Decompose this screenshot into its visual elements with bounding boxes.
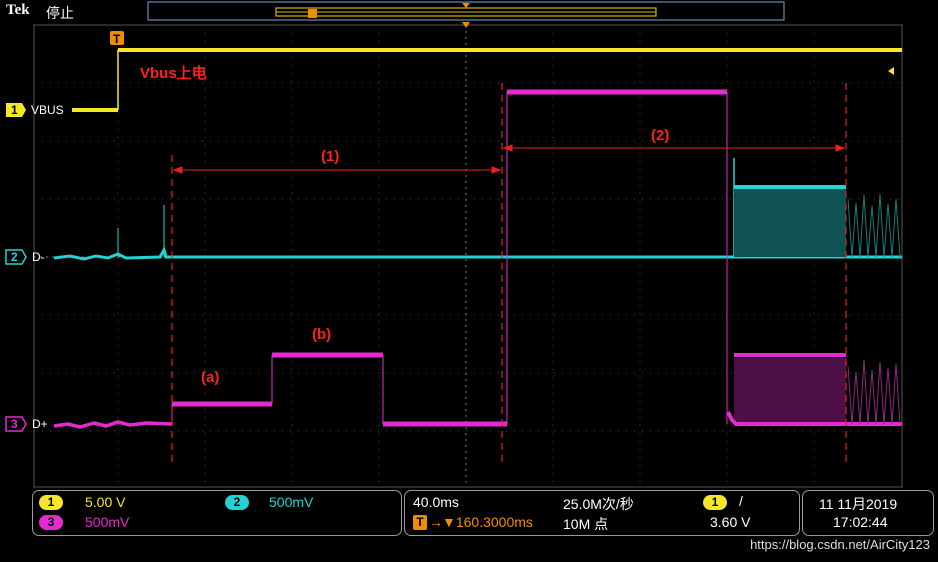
trigger-level: 3.60 V [710,514,751,530]
svg-text:T: T [113,32,121,46]
date-time-panel: 11 11月2019 17:02:44 [802,490,934,536]
rising-edge-icon: / [739,493,743,509]
channel-scale-panel[interactable]: 1 5.00 V 2 500mV 3 500mV [32,490,402,536]
annotation-arrows [172,144,846,174]
ch2-scale: 500mV [269,494,314,510]
ch1-label: VBUS [31,103,64,117]
interval-1-annotation: (1) [321,148,340,165]
vbus-on-annotation: Vbus上电 [140,65,207,82]
trigger-level-marker [888,67,894,75]
trigger-position-badge: T [413,515,427,530]
horizontal-trigger-panel[interactable]: 40.0ms 25.0M次/秒 T → ▼160.3000ms 10M 点 1 … [404,490,800,536]
ch3-label: D+ [32,417,48,431]
oscilloscope-screenshot: Tek 停止 T 1 VBUS 2 D- 3 D+ Vbus上电 (1) (2)… [0,0,938,562]
ch1-scale-badge: 1 [39,495,63,510]
ch1-marker-number: 1 [11,103,18,117]
state-b-annotation: (b) [312,326,332,343]
ch2-label: D- [32,250,45,264]
record-length: 10M 点 [563,516,609,532]
waveform-area: T [5,1,903,488]
record-trigger-marker [308,9,317,18]
ch2-marker-number: 2 [11,250,18,264]
ch3-scale-badge: 3 [39,515,63,530]
time-per-division: 40.0ms [413,494,459,510]
trigger-position-arrow-icon: → [429,514,443,530]
sample-rate: 25.0M次/秒 [563,496,634,512]
time: 17:02:44 [833,514,888,530]
trigger-position: ▼160.3000ms [442,514,533,530]
oscilloscope-display: Tek 停止 T 1 VBUS 2 D- 3 D+ Vbus上电 (1) (2)… [0,0,938,562]
ch3-marker-number: 3 [11,417,18,431]
trigger-source-badge: 1 [703,495,727,510]
ch3-scale: 500mV [85,514,130,530]
date: 11 11月2019 [819,496,898,512]
state-a-annotation: (a) [201,369,220,386]
interval-2-annotation: (2) [651,127,670,144]
ch3-waveform [53,89,902,429]
watermark: https://blog.csdn.net/AirCity123 [750,537,930,552]
ch1-scale: 5.00 V [85,494,126,510]
ch2-scale-badge: 2 [225,495,249,510]
